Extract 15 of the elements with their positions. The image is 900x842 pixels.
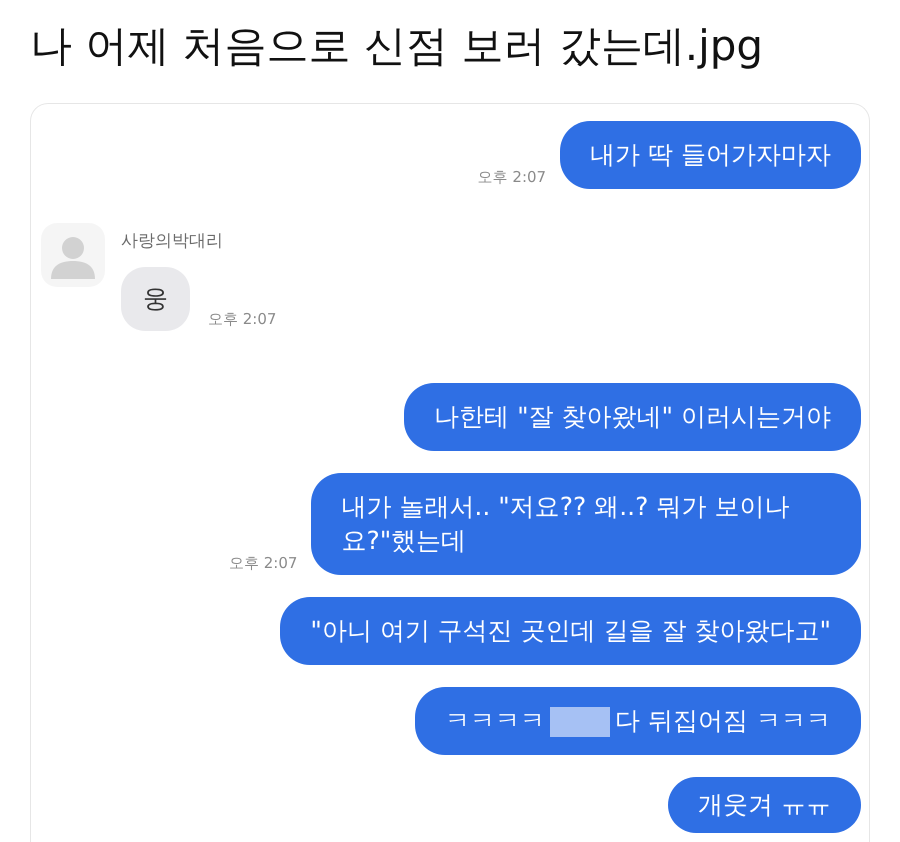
- message-text: 다 뒤집어짐 ㅋㅋㅋ: [615, 706, 831, 735]
- message-bubble: "아니 여기 구석진 곳인데 길을 잘 찾아왔다고": [280, 597, 861, 665]
- message-bubble: 나한테 "잘 찾아왔네" 이러시는거야: [404, 383, 861, 451]
- message-text: ㅋㅋㅋㅋ: [445, 706, 546, 735]
- sender-name: 사랑의박대리: [121, 231, 223, 251]
- message-bubble: 개웃겨 ㅠㅠ: [668, 777, 861, 833]
- message-bubble: 내가 놀래서.. "저요?? 왜..? 뭐가 보이나요?"했는데: [311, 473, 861, 575]
- message-bubble: 내가 딱 들어가자마자: [560, 121, 861, 189]
- blurred-block: [550, 707, 610, 738]
- message-bubble: 웅: [121, 267, 190, 331]
- message-time: 오후 2:07: [208, 309, 276, 329]
- post-title: 나 어제 처음으로 신점 보러 갔는데.jpg: [30, 20, 764, 72]
- message-time: 오후 2:07: [478, 167, 546, 187]
- message-time: 오후 2:07: [229, 553, 298, 573]
- avatar-icon: [41, 223, 105, 287]
